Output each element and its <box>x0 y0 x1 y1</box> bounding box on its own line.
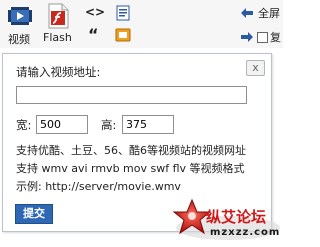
quote-button[interactable]: “ <box>83 25 103 44</box>
quote-icon: “ <box>88 25 99 44</box>
watermark-domain: mzxzz.com <box>210 227 281 238</box>
site-watermark: 纵艾论坛 mzxzz.com <box>170 196 280 247</box>
video-button[interactable]: 视频 <box>2 2 38 46</box>
video-url-prompt: 请输入视频地址: <box>16 65 101 79</box>
code-button[interactable]: <> <box>83 4 106 22</box>
height-input[interactable] <box>122 115 174 134</box>
video-button-label: 视频 <box>8 33 30 46</box>
box-icon <box>115 28 131 42</box>
close-button[interactable]: x <box>246 60 265 76</box>
redo-button[interactable]: 复 <box>240 27 283 47</box>
watermark-brand: 纵艾论坛 <box>206 208 267 226</box>
width-input[interactable] <box>36 115 88 134</box>
close-icon: x <box>252 61 259 74</box>
supported-sites-text: 支持优酷、土豆、56、酷6等视频站的视频网址 <box>16 144 246 157</box>
document-button[interactable] <box>114 4 132 22</box>
fullscreen-label: 全屏 <box>258 7 280 20</box>
option-checkbox[interactable] <box>257 32 268 43</box>
submit-button[interactable]: 提交 <box>15 204 53 224</box>
document-icon <box>116 5 130 21</box>
flash-icon <box>48 3 69 29</box>
video-url-input[interactable] <box>16 86 247 104</box>
supported-formats-text: 支持 wmv avi rmvb mov swf flv 等视频格式 <box>16 162 245 175</box>
flash-button-label: Flash <box>43 31 72 44</box>
width-label: 宽: <box>16 118 32 132</box>
height-label: 高: <box>101 118 117 132</box>
video-icon <box>8 7 32 25</box>
option-checkbox-label: 复 <box>270 31 281 44</box>
redo-arrow-icon <box>241 32 253 42</box>
flash-button[interactable]: Flash <box>40 2 76 46</box>
fullscreen-button[interactable]: 全屏 <box>240 3 283 23</box>
editor-toolbar: 视频 Flash <> “ 全屏 复 <box>0 0 283 48</box>
box-button[interactable] <box>114 26 132 44</box>
code-icon: <> <box>85 5 106 19</box>
undo-arrow-icon <box>241 8 253 18</box>
example-text: 示例: http://server/movie.wmv <box>16 180 181 193</box>
